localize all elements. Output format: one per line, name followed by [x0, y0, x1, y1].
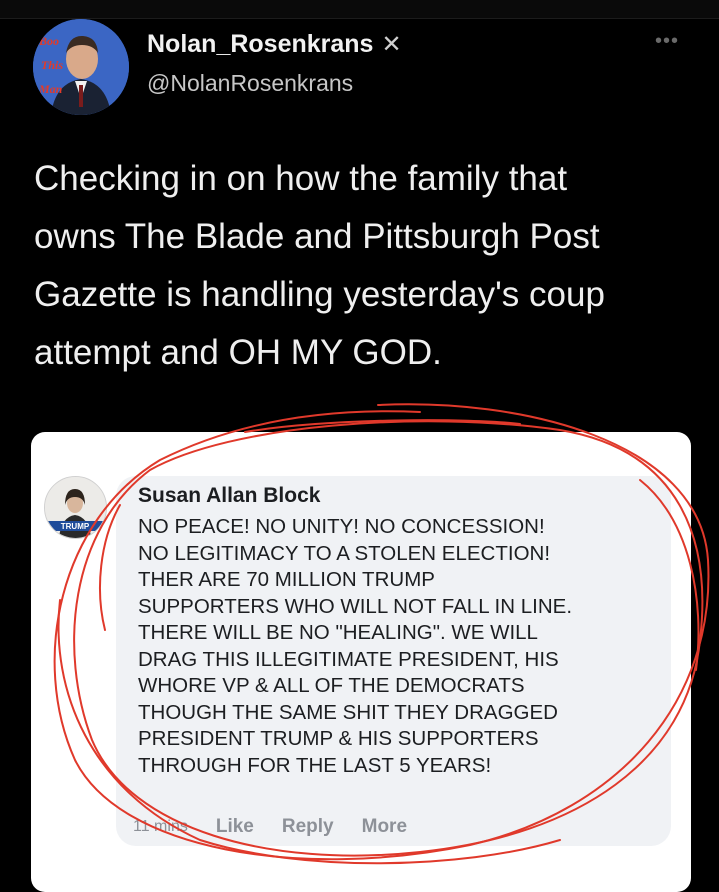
user-handle[interactable]: @NolanRosenkrans — [147, 70, 353, 97]
reply-button[interactable]: Reply — [282, 816, 334, 838]
avatar-caption: Boo — [38, 34, 59, 48]
comment-author-avatar[interactable]: TRUMP — [44, 476, 107, 539]
comment-bubble: Susan Allan Block NO PEACE! NO UNITY! NO… — [116, 476, 671, 846]
svg-text:This: This — [41, 58, 63, 72]
comment-author-name[interactable]: Susan Allan Block — [138, 484, 320, 508]
comment-timestamp: 11 mins — [133, 818, 188, 835]
tweet-text: Checking in on how the family that owns … — [34, 159, 605, 372]
like-button[interactable]: Like — [216, 816, 254, 838]
comment-actions: 11 mins Like Reply More — [133, 816, 407, 838]
embedded-screenshot-card: TRUMP Susan Allan Block NO PEACE! NO UNI… — [31, 432, 691, 892]
top-edge — [0, 0, 719, 19]
more-button[interactable]: More — [362, 816, 407, 838]
avatar-badge-text: TRUMP — [61, 522, 90, 531]
display-name[interactable]: Nolan_Rosenkrans ✕ — [147, 30, 402, 59]
display-name-text[interactable]: Nolan_Rosenkrans — [147, 30, 373, 59]
more-dots-icon[interactable]: ••• — [655, 30, 679, 53]
svg-text:Man: Man — [38, 82, 63, 96]
profile-avatar[interactable]: Boo This Man — [33, 19, 129, 115]
comment-text: NO PEACE! NO UNITY! NO CONCESSION! NO LE… — [138, 515, 573, 777]
x-mark-icon: ✕ — [381, 31, 402, 58]
